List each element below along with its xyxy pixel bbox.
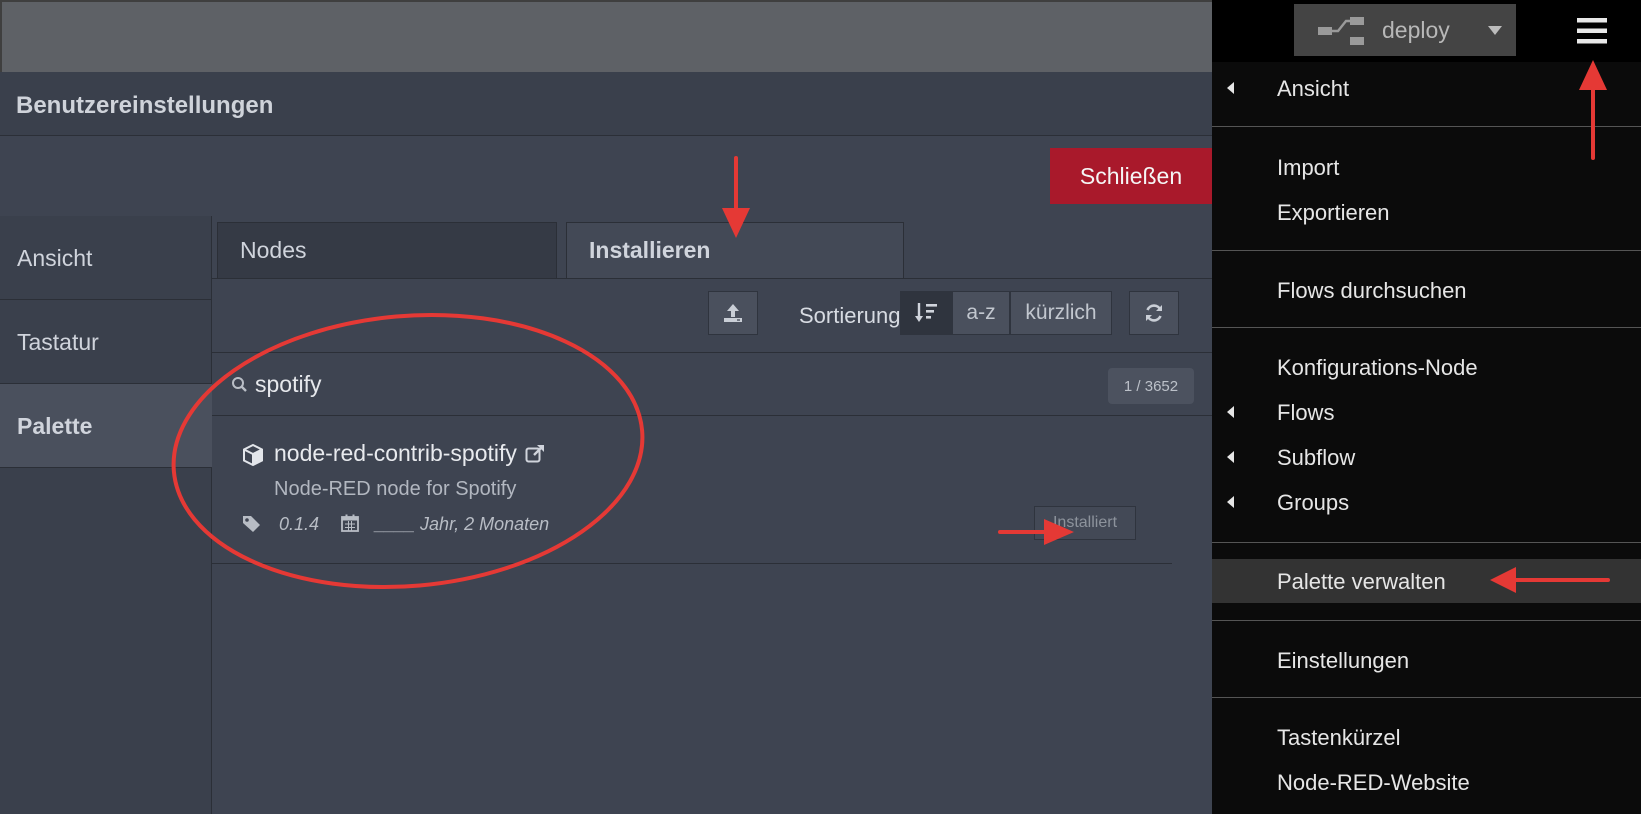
refresh-button[interactable] xyxy=(1129,291,1179,335)
menu-divider xyxy=(1212,620,1641,621)
menu-divider xyxy=(1212,250,1641,251)
package-name: node-red-contrib-spotify xyxy=(274,440,517,466)
menu-item-ansicht[interactable]: Ansicht xyxy=(1212,66,1641,110)
package-description: Node-RED node for Spotify xyxy=(274,478,517,500)
dialog-top-bar xyxy=(0,0,1212,72)
menu-item-node-red-website[interactable]: Node-RED-Website xyxy=(1212,760,1641,804)
deploy-button[interactable]: deploy xyxy=(1294,4,1516,56)
palette-content: Nodes Installieren Sortierung: a-z kürzl… xyxy=(212,216,1212,814)
menu-item-einstellungen[interactable]: Einstellungen xyxy=(1212,638,1641,682)
package-version: 0.1.4 xyxy=(279,514,320,534)
tab-label: Nodes xyxy=(240,237,307,263)
scrollbar[interactable] xyxy=(1172,417,1212,814)
sidebar-item-label: Tastatur xyxy=(17,329,99,355)
menu-item-label: Node-RED-Website xyxy=(1277,770,1470,795)
menu-item-label: Palette verwalten xyxy=(1277,569,1446,594)
caret-left-icon xyxy=(1227,451,1234,463)
main-menu: Ansicht Import Exportieren Flows durchsu… xyxy=(1212,62,1641,814)
settings-sidebar: Ansicht Tastatur Palette xyxy=(0,216,212,814)
caret-left-icon xyxy=(1227,496,1234,508)
caret-left-icon xyxy=(1227,406,1234,418)
menu-item-import[interactable]: Import xyxy=(1212,145,1641,189)
tab-nodes[interactable]: Nodes xyxy=(217,222,557,278)
sidebar-item-palette[interactable]: Palette xyxy=(0,384,212,468)
search-row: spotify 1 / 3652 xyxy=(212,354,1212,416)
menu-divider xyxy=(1212,542,1641,543)
chevron-down-icon[interactable] xyxy=(1488,26,1502,35)
sort-az-button[interactable]: a-z xyxy=(952,291,1010,335)
result-count-badge: 1 / 3652 xyxy=(1108,368,1194,404)
dialog-title: Benutzereinstellungen xyxy=(16,92,274,119)
search-input[interactable]: spotify xyxy=(255,371,321,398)
menu-item-label: Einstellungen xyxy=(1277,648,1410,673)
close-button[interactable]: Schließen xyxy=(1050,148,1212,204)
external-link-icon[interactable] xyxy=(524,443,546,465)
calendar-icon xyxy=(341,514,359,532)
install-toolbar: Sortierung: a-z kürzlich xyxy=(212,279,1212,353)
dialog-title-bar: Benutzereinstellungen xyxy=(0,72,1212,136)
menu-item-label: Flows xyxy=(1277,400,1335,425)
refresh-icon xyxy=(1146,304,1162,322)
upload-icon xyxy=(724,304,742,322)
dialog-button-bar xyxy=(0,136,1212,216)
menu-item-flows-durchsuchen[interactable]: Flows durchsuchen xyxy=(1212,268,1641,312)
installed-button[interactable]: Installiert xyxy=(1034,506,1136,540)
package-updated-date: ____ Jahr, 2 Monaten xyxy=(375,514,550,534)
sidebar-item-label: Palette xyxy=(17,413,93,439)
tab-label: Installieren xyxy=(589,237,711,263)
menu-item-label: Tastenkürzel xyxy=(1277,725,1401,750)
sort-relevance-button[interactable] xyxy=(900,291,952,335)
menu-divider xyxy=(1212,327,1641,328)
menu-item-exportieren[interactable]: Exportieren xyxy=(1212,190,1641,234)
menu-item-subflow[interactable]: Subflow xyxy=(1212,435,1641,479)
tab-installieren[interactable]: Installieren xyxy=(566,222,904,278)
menu-item-label: Flows durchsuchen xyxy=(1277,278,1467,303)
menu-item-label: Exportieren xyxy=(1277,200,1390,225)
sort-amount-icon xyxy=(915,303,937,322)
deploy-icon xyxy=(1318,17,1364,45)
menu-item-label: Groups xyxy=(1277,490,1350,515)
sidebar-item-label: Ansicht xyxy=(17,245,93,271)
sort-label: Sortierung: xyxy=(799,303,907,328)
search-icon xyxy=(232,377,247,392)
menu-item-palette-verwalten[interactable]: Palette verwalten xyxy=(1212,559,1641,603)
menu-divider xyxy=(1212,126,1641,127)
menu-item-konfigurations-node[interactable]: Konfigurations-Node xyxy=(1212,345,1641,389)
list-item: node-red-contrib-spotify Node-RED node f… xyxy=(212,417,1172,564)
main-menu-button[interactable] xyxy=(1576,16,1608,46)
tag-icon xyxy=(243,516,260,532)
hamburger-menu-icon xyxy=(1577,18,1607,44)
upload-button[interactable] xyxy=(708,291,758,335)
deploy-label: deploy xyxy=(1382,17,1450,43)
sort-recent-button[interactable]: kürzlich xyxy=(1010,291,1112,335)
menu-item-label: Import xyxy=(1277,155,1340,180)
menu-item-groups[interactable]: Groups xyxy=(1212,480,1641,524)
menu-item-label: Konfigurations-Node xyxy=(1277,355,1478,380)
menu-item-label: Ansicht xyxy=(1277,76,1350,101)
package-icon xyxy=(243,443,263,467)
menu-divider xyxy=(1212,697,1641,698)
user-settings-dialog: Benutzereinstellungen Schließen Ansicht … xyxy=(0,0,1212,814)
sidebar-item-tastatur[interactable]: Tastatur xyxy=(0,300,212,384)
menu-item-label: Subflow xyxy=(1277,445,1356,470)
caret-left-icon xyxy=(1227,82,1234,94)
menu-item-tastenkuerzel[interactable]: Tastenkürzel xyxy=(1212,715,1641,759)
sidebar-item-ansicht[interactable]: Ansicht xyxy=(0,216,212,300)
menu-item-flows[interactable]: Flows xyxy=(1212,390,1641,434)
